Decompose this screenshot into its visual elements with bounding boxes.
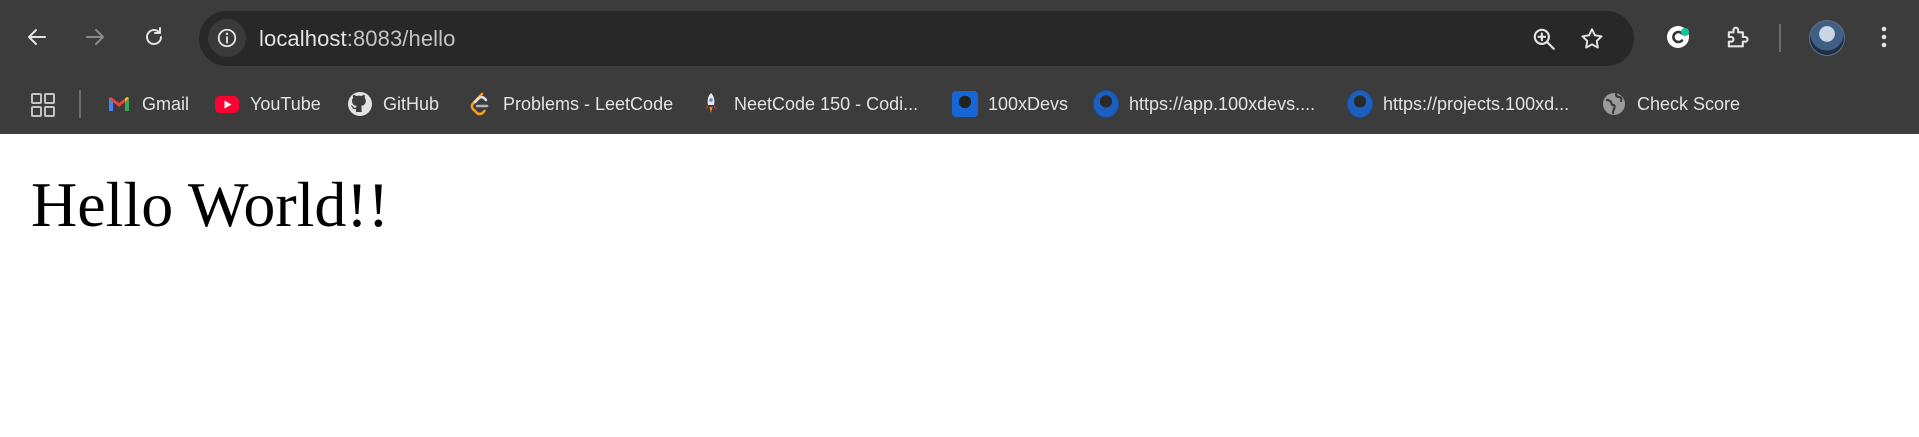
- bookmark-label: YouTube: [250, 93, 321, 114]
- bookmark-gmail[interactable]: Gmail: [106, 86, 189, 122]
- bookmark-check-score[interactable]: Check Score: [1601, 86, 1740, 122]
- bookmark-app-100xdevs[interactable]: https://app.100xdevs....: [1093, 86, 1315, 122]
- bookmark-label: GitHub: [383, 93, 440, 114]
- bookmark-label: Check Score: [1637, 93, 1741, 114]
- grammarly-extension-button[interactable]: [1662, 21, 1694, 53]
- leetcode-icon: [467, 91, 493, 117]
- grammarly-icon: [1667, 26, 1689, 48]
- reload-icon: [146, 27, 162, 45]
- 100xdevs-icon: [952, 91, 978, 117]
- profile-photo-icon: [1093, 90, 1119, 118]
- browser-chrome: localhost:8083/hello Gmail YouTube GitH…: [0, 0, 1919, 134]
- bookmark-youtube[interactable]: YouTube: [214, 86, 321, 122]
- page-content: Hello World!!: [0, 134, 1919, 437]
- apps-grid-icon: [31, 93, 55, 117]
- bookmark-label: Gmail: [142, 93, 190, 114]
- address-bar[interactable]: localhost:8083/hello: [199, 11, 1634, 66]
- url-host: localhost: [259, 25, 347, 51]
- profile-photo-icon: [1347, 90, 1373, 118]
- url-text[interactable]: localhost:8083/hello: [259, 11, 455, 66]
- bookmarks-divider: [79, 90, 81, 118]
- apps-button[interactable]: [29, 91, 57, 119]
- bookmark-label: Problems - LeetCode: [503, 93, 674, 114]
- bookmark-label: 100xDevs: [988, 93, 1069, 114]
- extensions-icon: [1727, 26, 1749, 48]
- forward-icon: [86, 29, 104, 45]
- bookmark-neetcode[interactable]: NeetCode 150 - Codi...: [698, 86, 918, 122]
- bookmarks-bar: Gmail YouTube GitHub Problems - LeetCode: [0, 74, 1919, 134]
- zoom-icon: [1533, 28, 1555, 50]
- gmail-icon: [106, 91, 132, 117]
- bookmark-label: NeetCode 150 - Codi...: [734, 93, 919, 114]
- back-icon: [28, 29, 46, 45]
- forward-button[interactable]: [75, 17, 115, 57]
- youtube-icon: [214, 91, 240, 117]
- rocket-icon: [698, 91, 724, 117]
- zoom-button[interactable]: [1529, 24, 1559, 54]
- bookmark-github[interactable]: GitHub: [347, 86, 439, 122]
- toolbar-divider: [1779, 24, 1781, 52]
- bookmark-100xdevs[interactable]: 100xDevs: [952, 86, 1068, 122]
- site-info-button[interactable]: [208, 19, 246, 57]
- globe-icon: [1601, 91, 1627, 117]
- url-path: :8083/hello: [346, 25, 456, 51]
- bookmark-star-button[interactable]: [1577, 24, 1607, 54]
- bookmark-label: https://app.100xdevs....: [1129, 93, 1316, 114]
- site-info-icon: [217, 28, 237, 48]
- page-heading: Hello World!!: [31, 169, 390, 240]
- profile-avatar[interactable]: [1809, 20, 1845, 56]
- extensions-button[interactable]: [1721, 21, 1753, 53]
- bookmark-star-icon: [1581, 28, 1603, 49]
- back-button[interactable]: [17, 17, 57, 57]
- bookmark-label: https://projects.100xd...: [1383, 93, 1570, 114]
- menu-icon: [1881, 26, 1887, 48]
- bookmark-leetcode[interactable]: Problems - LeetCode: [467, 86, 673, 122]
- reload-button[interactable]: [134, 17, 174, 57]
- github-icon: [347, 91, 373, 117]
- browser-menu-button[interactable]: [1868, 21, 1900, 53]
- bookmark-projects-100xdevs[interactable]: https://projects.100xd...: [1347, 86, 1569, 122]
- browser-toolbar: localhost:8083/hello: [0, 0, 1919, 74]
